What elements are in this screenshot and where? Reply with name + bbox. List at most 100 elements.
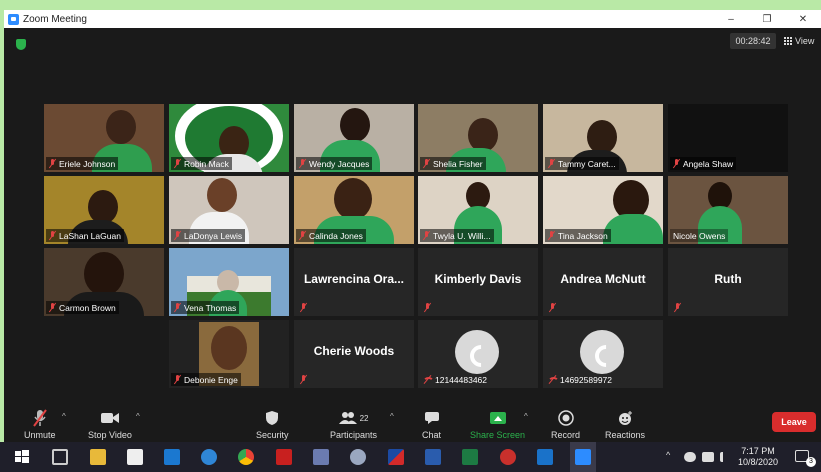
app-icon-globe[interactable] (350, 449, 366, 465)
name-tile[interactable]: Lawrencina Ora... (294, 248, 414, 316)
word-icon[interactable] (425, 449, 441, 465)
participant-name: Angela Shaw (683, 158, 734, 169)
participant-name: Robin Mack (184, 158, 229, 169)
chat-button[interactable]: Chat (422, 409, 441, 440)
smiley-icon (617, 409, 633, 427)
close-button[interactable]: ✕ (785, 10, 821, 28)
clock-date: 10/8/2020 (738, 457, 779, 467)
share-screen-icon (489, 412, 506, 424)
people-icon: 22 (338, 409, 368, 427)
video-tile[interactable]: Debonie Enge (169, 320, 289, 388)
zoom-taskbar-icon[interactable] (575, 449, 591, 465)
video-tile[interactable]: Eriele Johnson (44, 104, 164, 172)
unmute-button[interactable]: Unmute (24, 409, 56, 440)
texas-app-icon[interactable] (388, 449, 404, 465)
name-tile[interactable]: Andrea McNutt (543, 248, 663, 316)
view-button[interactable]: View (784, 33, 814, 49)
windows-start-icon[interactable] (14, 449, 30, 465)
participant-name: Twyla U. Willi... (433, 230, 491, 241)
participants-label: Participants (330, 430, 378, 440)
mic-muted-icon (300, 303, 307, 312)
file-explorer-icon[interactable] (90, 449, 106, 465)
video-tile[interactable]: Angela Shaw (668, 104, 788, 172)
mic-muted-icon (174, 159, 181, 168)
mic-muted-icon (49, 231, 56, 240)
participant-name: 12144483462 (435, 374, 488, 385)
mic-muted-icon (174, 231, 181, 240)
task-view-icon[interactable] (52, 449, 68, 465)
name-tile[interactable]: Cherie Woods (294, 320, 414, 388)
reactions-label: Reactions (605, 430, 646, 440)
participant-name: Tammy Caret... (558, 158, 616, 169)
share-options-caret[interactable]: ^ (524, 412, 528, 421)
store-icon[interactable] (127, 449, 143, 465)
battery-icon[interactable] (702, 452, 714, 462)
chrome-icon[interactable] (238, 449, 254, 465)
video-tile[interactable]: Tammy Caret... (543, 104, 663, 172)
video-tile-active-speaker[interactable]: Nicole Owens (668, 176, 788, 244)
phone-tile[interactable]: 12144483462 (418, 320, 538, 388)
encryption-shield-icon[interactable] (16, 39, 26, 50)
participant-name: Wendy Jacques (309, 158, 370, 169)
participant-display-name: Kimberly Davis (434, 272, 522, 286)
participant-name: Vena Thomas (184, 302, 237, 313)
participants-button[interactable]: 22 Participants (330, 409, 377, 440)
video-tile[interactable]: Shelia Fisher (418, 104, 538, 172)
video-tile[interactable]: Tina Jackson (543, 176, 663, 244)
participant-name: Nicole Owens (673, 230, 726, 241)
notification-count: 3 (806, 457, 816, 467)
mic-muted-icon (674, 303, 681, 312)
phone-call-icon (455, 330, 499, 374)
participants-options-caret[interactable]: ^ (390, 412, 394, 421)
name-tile[interactable]: Ruth (668, 248, 788, 316)
name-tile[interactable]: Kimberly Davis (418, 248, 538, 316)
tray-overflow-caret[interactable]: ^ (666, 450, 670, 460)
vivaldi-icon[interactable] (500, 449, 516, 465)
video-tile[interactable]: Twyla U. Willi... (418, 176, 538, 244)
audio-options-caret[interactable]: ^ (62, 412, 66, 421)
maximize-button[interactable]: ❐ (749, 10, 785, 28)
title-bar: Zoom Meeting – ❐ ✕ (4, 10, 821, 28)
zoom-app-icon (8, 13, 19, 25)
participant-name: LaDonya Lewis (184, 230, 243, 241)
cloud-icon[interactable] (684, 452, 696, 462)
system-clock[interactable]: 7:17 PM 10/8/2020 (738, 446, 778, 468)
mic-muted-icon (299, 159, 306, 168)
leave-button[interactable]: Leave (772, 412, 816, 432)
excel-icon[interactable] (462, 449, 478, 465)
mic-muted-icon (49, 303, 56, 312)
app-icon-scanner[interactable] (313, 449, 329, 465)
record-label: Record (551, 430, 581, 440)
share-screen-button[interactable]: Share Screen (470, 409, 525, 440)
shield-icon (265, 409, 279, 427)
security-label: Security (256, 430, 289, 440)
mic-muted-icon (49, 159, 56, 168)
stop-video-label: Stop Video (88, 430, 132, 440)
participant-display-name: Andrea McNutt (560, 272, 646, 286)
video-tile[interactable]: LaDonya Lewis (169, 176, 289, 244)
video-tile[interactable]: LaShan LaGuan (44, 176, 164, 244)
minimize-button[interactable]: – (713, 10, 749, 28)
video-tile[interactable]: Wendy Jacques (294, 104, 414, 172)
acrobat-icon[interactable] (276, 449, 292, 465)
mic-muted-icon (549, 303, 556, 312)
edge-icon[interactable] (201, 449, 217, 465)
outlook-icon[interactable] (164, 449, 180, 465)
stop-video-button[interactable]: Stop Video (88, 409, 132, 440)
security-button[interactable]: Security (256, 409, 289, 440)
phone-tile[interactable]: 14692589972 (543, 320, 663, 388)
volume-icon[interactable] (720, 452, 730, 462)
video-options-caret[interactable]: ^ (136, 412, 140, 421)
participant-name: 14692589972 (560, 374, 613, 385)
mic-muted-icon (423, 231, 430, 240)
video-tile[interactable]: Robin Mack (169, 104, 289, 172)
video-tile[interactable]: Vena Thomas (169, 248, 289, 316)
video-tile[interactable]: Calinda Jones (294, 176, 414, 244)
window-title: Zoom Meeting (23, 13, 87, 25)
video-tile[interactable]: Carmon Brown (44, 248, 164, 316)
reactions-button[interactable]: Reactions (605, 409, 645, 440)
meeting-controls: Unmute ^ Stop Video ^ Security 22 Partic… (4, 406, 821, 442)
record-button[interactable]: Record (551, 409, 580, 440)
outlook-mail-icon[interactable] (537, 449, 553, 465)
phone-muted-icon (548, 375, 559, 384)
